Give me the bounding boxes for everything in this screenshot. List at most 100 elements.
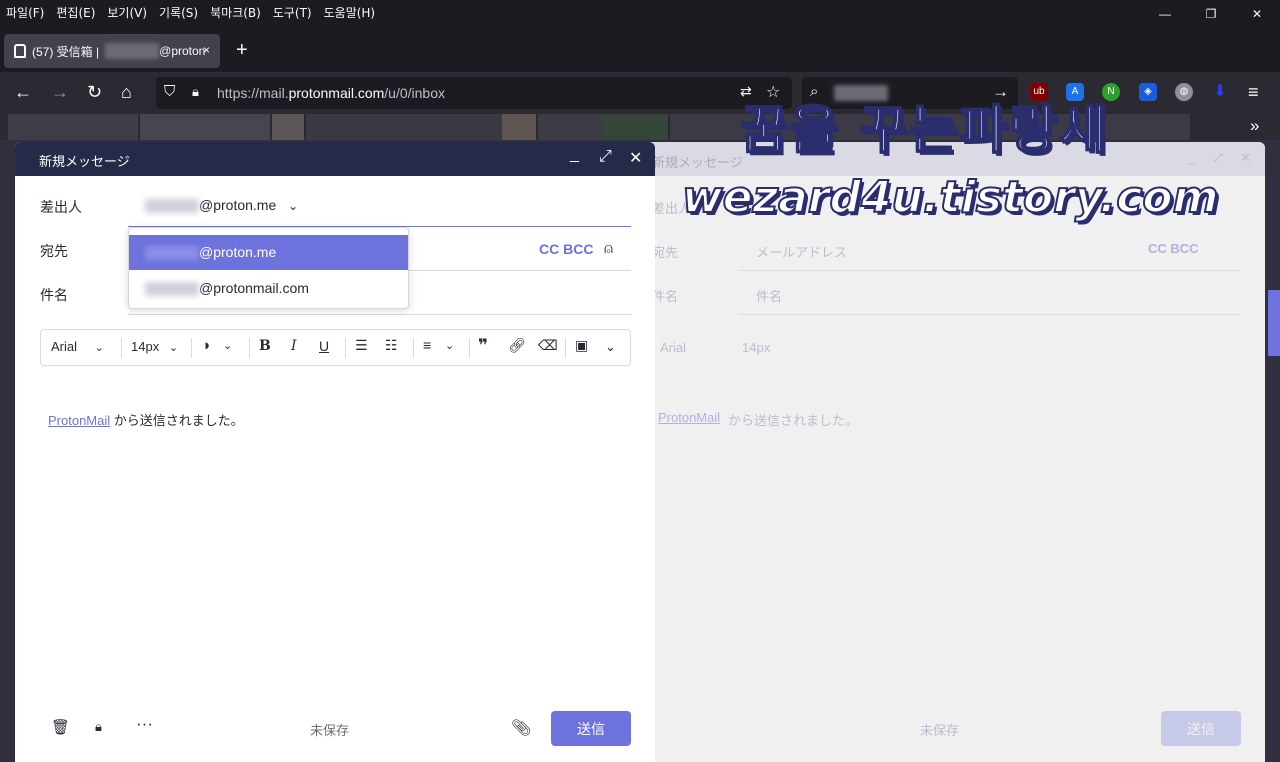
attachment-icon[interactable]: 📎︎: [511, 718, 531, 738]
hamburger-menu-icon[interactable]: ≡: [1248, 82, 1259, 103]
ghost-subject-label: 件名: [652, 289, 679, 304]
from-select[interactable]: @proton.me ⌄: [145, 197, 298, 214]
more-options-chevron-icon[interactable]: ⌄: [605, 339, 616, 355]
home-icon[interactable]: ⌂: [121, 82, 132, 103]
from-option-protonmail-com[interactable]: @protonmail.com: [129, 271, 408, 306]
cc-bcc-button[interactable]: CC BCC: [539, 241, 593, 257]
delete-icon[interactable]: 🗑︎: [51, 718, 70, 736]
italic-icon[interactable]: I: [291, 338, 297, 354]
more-icon[interactable]: ···: [136, 714, 153, 734]
bookmark-item[interactable]: [140, 114, 270, 140]
toolbar-divider: [469, 338, 470, 358]
tab-inbox[interactable]: (57) 受信箱 | @proton ×: [4, 34, 220, 68]
bookmark-item[interactable]: [602, 114, 668, 140]
underline-icon[interactable]: U: [319, 338, 329, 354]
composer-footer: 🗑︎ 🔒︎ ··· 未保存 📎︎ 送信: [15, 710, 655, 750]
from-dropdown: @proton.me @protonmail.com: [128, 227, 409, 309]
close-window-button[interactable]: ✕: [1234, 0, 1280, 28]
menu-history[interactable]: 기록(S): [159, 4, 198, 21]
menu-file[interactable]: 파일(F): [6, 4, 44, 21]
numbered-list-icon[interactable]: ☷: [385, 337, 398, 354]
expand-icon[interactable]: ⤢: [599, 148, 612, 166]
composer-header: 新規メッセージ _ ⤢ ✕: [15, 142, 655, 176]
toolbar-divider: [413, 338, 414, 358]
ghost-font: Arial: [660, 340, 687, 355]
quote-icon[interactable]: ❞: [478, 336, 488, 356]
lock-icon[interactable]: 🔒︎: [95, 719, 102, 735]
redacted-username: [145, 199, 199, 214]
ghost-divider: [738, 270, 1240, 271]
chevron-down-icon[interactable]: ⌄: [445, 339, 454, 352]
reload-icon[interactable]: ↻: [87, 82, 102, 103]
url-text: https://mail.protonmail.com/u/0/inbox: [217, 85, 446, 101]
formatting-toolbar: Arial ⌄ 14px ⌄ ◑ ⌄ B I U ☰ ☷ ≡ ⌄ ❞ 🔗︎ ⌫ …: [40, 329, 631, 366]
restore-window-button[interactable]: ❐: [1188, 0, 1234, 28]
menu-tools[interactable]: 도구(T): [273, 4, 312, 21]
bookmarks-overflow-icon[interactable]: »: [1250, 116, 1259, 136]
protonmail-link[interactable]: ProtonMail: [48, 413, 110, 428]
close-icon[interactable]: ✕: [629, 148, 642, 168]
ghost-subject-placeholder: 件名: [756, 289, 783, 304]
subject-underline: [128, 314, 631, 315]
watermark-url: wezard4u.tistory.com: [681, 171, 1219, 224]
ghost-body-link: ProtonMail: [658, 410, 721, 425]
clear-format-icon[interactable]: ⌫: [538, 337, 558, 354]
close-tab-icon[interactable]: ×: [203, 43, 210, 57]
menu-bookmarks[interactable]: 북마크(B): [210, 4, 261, 21]
save-status: 未保存: [310, 724, 350, 739]
ghost-expand-icon: ⤢: [1212, 150, 1223, 165]
shield-icon[interactable]: ⛉: [164, 83, 175, 100]
align-left-icon[interactable]: ≡: [423, 337, 431, 353]
ghost-to-label: 宛先: [652, 245, 679, 260]
bookmark-item[interactable]: [538, 114, 602, 140]
bookmark-item[interactable]: [502, 114, 536, 140]
menu-view[interactable]: 보기(V): [107, 4, 147, 21]
forward-arrow-icon[interactable]: →: [51, 82, 69, 103]
toolbar-divider: [121, 338, 122, 358]
url-bar[interactable]: ⛉ 🔒︎ https://mail.protonmail.com/u/0/inb…: [156, 77, 792, 109]
insert-image-icon[interactable]: ▣: [575, 337, 588, 354]
signature-text: から送信されました。: [110, 413, 244, 428]
toolbar-divider: [191, 338, 192, 358]
ghost-divider: [738, 314, 1240, 315]
subject-label: 件名: [40, 288, 68, 304]
new-tab-button[interactable]: +: [236, 39, 248, 62]
to-label: 宛先: [40, 244, 68, 260]
chevron-down-icon[interactable]: ⌄: [223, 339, 232, 352]
font-size-select[interactable]: 14px ⌄: [131, 339, 178, 354]
bold-icon[interactable]: B: [259, 338, 271, 354]
lock-icon[interactable]: 🔒︎: [192, 84, 199, 100]
message-body[interactable]: ProtonMail から送信されました。: [48, 410, 244, 429]
bitwarden-icon[interactable]: ◈: [1139, 83, 1157, 101]
side-accent: [1268, 290, 1280, 356]
menu-help[interactable]: 도움말(H): [324, 4, 376, 21]
send-button[interactable]: 送信: [551, 711, 631, 746]
text-color-icon[interactable]: ◑: [201, 337, 210, 354]
from-option-proton-me[interactable]: @proton.me: [129, 235, 408, 270]
link-icon[interactable]: 🔗︎: [508, 337, 526, 354]
ghost-cc-bcc: CC BCC: [1148, 241, 1199, 256]
back-arrow-icon[interactable]: ←: [14, 82, 32, 103]
tab-email-suffix: @proton: [159, 44, 206, 58]
chevron-down-icon: ⌄: [94, 342, 104, 354]
bookmark-item[interactable]: [306, 114, 502, 140]
minimize-window-button[interactable]: —: [1142, 0, 1188, 28]
add-contact-icon[interactable]: ⍝: [604, 240, 613, 257]
bookmark-item[interactable]: [8, 114, 138, 140]
ghost-send-button: 送信: [1161, 711, 1241, 746]
globe-icon[interactable]: ◍: [1175, 83, 1193, 101]
bookmark-item[interactable]: [272, 114, 304, 140]
download-arrow-icon[interactable]: ⬇: [1211, 83, 1229, 101]
from-label: 差出人: [40, 200, 82, 216]
bullet-list-icon[interactable]: ☰: [355, 337, 368, 354]
menu-edit[interactable]: 편집(E): [56, 4, 95, 21]
font-family-select[interactable]: Arial ⌄: [51, 339, 104, 354]
toolbar-divider: [565, 338, 566, 358]
menu-bar: 파일(F) 편집(E) 보기(V) 기록(S) 북마크(B) 도구(T) 도움말…: [0, 0, 1280, 28]
ghost-minimize-icon: _: [1187, 150, 1195, 165]
chevron-down-icon: ⌄: [168, 342, 179, 354]
ghost-composer: 新規メッセージ _ ⤢ ✕ 差出人 宛先 メールアドレス CC BCC 件名 件…: [644, 142, 1265, 762]
ghost-title: 新規メッセージ: [652, 155, 743, 170]
minimize-icon[interactable]: _: [570, 146, 579, 164]
ghost-status: 未保存: [920, 723, 960, 738]
